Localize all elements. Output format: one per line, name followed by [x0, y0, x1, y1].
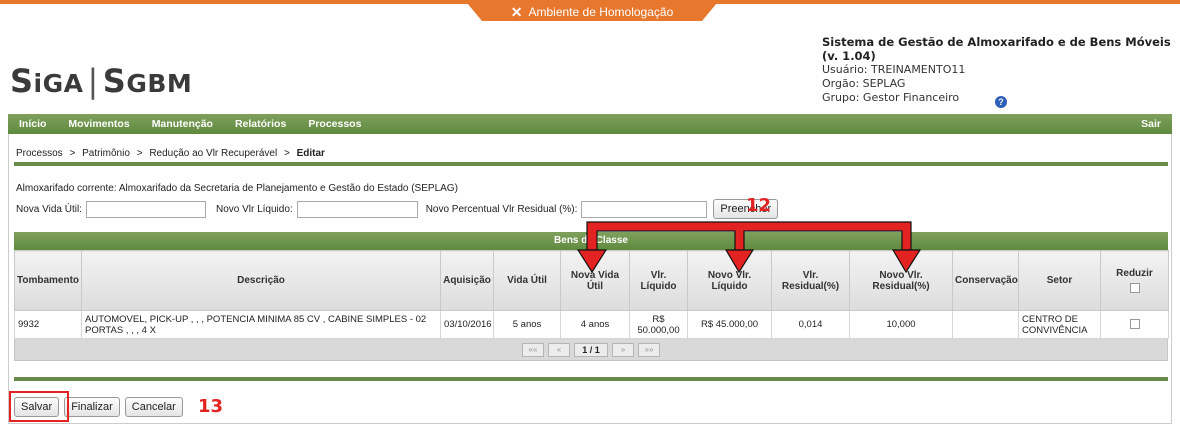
col-aquisicao[interactable]: Aquisição [440, 250, 494, 311]
novo-residual-label: Novo Percentual Vlr Residual (%): [425, 203, 578, 215]
environment-banner: ✕ Ambiente de Homologação [467, 3, 717, 21]
cell-vlr-liquido: R$ 50.000,00 [629, 310, 688, 339]
table-row: 9932 AUTOMOVEL, PICK-UP , , , POTENCIA M… [14, 310, 1169, 339]
novo-residual-input[interactable] [581, 200, 708, 218]
system-title: Sistema de Gestão de Almoxarifado e de B… [822, 35, 1171, 63]
nav-processos[interactable]: Processos [297, 118, 372, 130]
breadcrumb-divider [14, 162, 1168, 166]
first-page-button[interactable]: «« [522, 342, 544, 357]
col-nova-vida-util[interactable]: Nova Vida Útil [560, 250, 630, 311]
system-info: Sistema de Gestão de Almoxarifado e de B… [822, 35, 1180, 105]
org-label: Orgão: SEPLAG [822, 77, 906, 90]
col-vida-util[interactable]: Vida Útil [493, 250, 561, 311]
almoxarifado-label: Almoxarifado corrente: Almoxarifado da S… [16, 183, 458, 194]
page-indicator: 1 / 1 [574, 342, 608, 357]
bens-table: Bens da Classe Tombamento Descrição Aqui… [14, 232, 1169, 361]
annotation-12: 12 [746, 195, 772, 216]
col-conservacao[interactable]: Conservação [952, 250, 1019, 311]
cell-setor: CENTRO DE CONVIVÊNCIA [1018, 310, 1101, 339]
environment-label: Ambiente de Homologação [528, 5, 674, 19]
col-vlr-residual[interactable]: Vlr. Residual(%) [771, 250, 850, 311]
col-tombamento[interactable]: Tombamento [14, 250, 82, 311]
breadcrumb-reducao[interactable]: Redução ao Vlr Recuperável [149, 148, 277, 159]
col-novo-vlr-liquido[interactable]: Novo Vlr. Líquido [687, 250, 772, 311]
novo-liquido-label: Novo Vlr Líquido: [215, 203, 293, 215]
prev-page-button[interactable]: « [548, 342, 570, 357]
nav-movimentos[interactable]: Movimentos [57, 118, 140, 130]
breadcrumb-current: Editar [296, 148, 325, 159]
help-icon[interactable]: ? [995, 96, 1007, 108]
fill-form: Nova Vida Útil: Novo Vlr Líquido: Novo P… [16, 199, 779, 219]
nav-relatorios[interactable]: Relatórios [224, 118, 297, 130]
tools-icon: ✕ [510, 3, 523, 20]
col-reduzir: Reduzir [1100, 250, 1169, 311]
col-vlr-liquido[interactable]: Vlr. Líquido [629, 250, 688, 311]
cell-conservacao [952, 310, 1019, 339]
col-descricao[interactable]: Descrição [81, 250, 441, 311]
salvar-highlight-box [9, 391, 69, 422]
breadcrumb-patrimonio[interactable]: Patrimônio [82, 148, 130, 159]
col-novo-vlr-residual[interactable]: Novo Vlr. Residual(%) [849, 250, 953, 311]
cell-reduzir [1100, 310, 1169, 339]
table-title: Bens da Classe [14, 232, 1168, 250]
cell-novo-vlr-residual[interactable]: 10,000 [849, 310, 953, 339]
last-page-button[interactable]: »» [638, 342, 660, 357]
nova-vida-input[interactable] [85, 200, 206, 218]
nav-manutencao[interactable]: Manutenção [141, 118, 224, 130]
table-header-row: Tombamento Descrição Aquisição Vida Útil… [14, 250, 1169, 311]
col-setor[interactable]: Setor [1018, 250, 1101, 311]
user-label: Usuário: TREINAMENTO11 [822, 63, 966, 76]
nav-inicio[interactable]: Início [8, 118, 57, 130]
cell-tombamento: 9932 [14, 310, 82, 339]
select-all-checkbox[interactable] [1129, 283, 1140, 293]
cell-novo-vlr-liquido[interactable]: R$ 45.000,00 [687, 310, 772, 339]
annotation-13: 13 [198, 396, 224, 417]
novo-liquido-input[interactable] [296, 200, 418, 218]
breadcrumb: Processos > Patrimônio > Redução ao Vlr … [16, 148, 325, 159]
finalizar-button[interactable]: Finalizar [64, 397, 120, 417]
cell-vlr-residual: 0,014 [771, 310, 850, 339]
cell-nova-vida-util[interactable]: 4 anos [560, 310, 630, 339]
cell-aquisicao: 03/10/2016 [440, 310, 494, 339]
main-navbar: Início Movimentos Manutenção Relatórios … [8, 114, 1172, 134]
cancelar-button[interactable]: Cancelar [124, 397, 183, 417]
actions-divider [14, 377, 1168, 381]
reduzir-checkbox[interactable] [1129, 319, 1140, 330]
nova-vida-label: Nova Vida Útil: [16, 203, 82, 215]
logout-link[interactable]: Sair [1130, 118, 1172, 130]
breadcrumb-processos[interactable]: Processos [16, 148, 63, 159]
cell-descricao: AUTOMOVEL, PICK-UP , , , POTENCIA MINIMA… [81, 310, 441, 339]
pagination: «« « 1 / 1 » »» [14, 339, 1168, 361]
next-page-button[interactable]: » [612, 342, 634, 357]
cell-vida-util: 5 anos [493, 310, 561, 339]
siga-sgbm-logo: SiGA | SGBM [10, 62, 193, 100]
